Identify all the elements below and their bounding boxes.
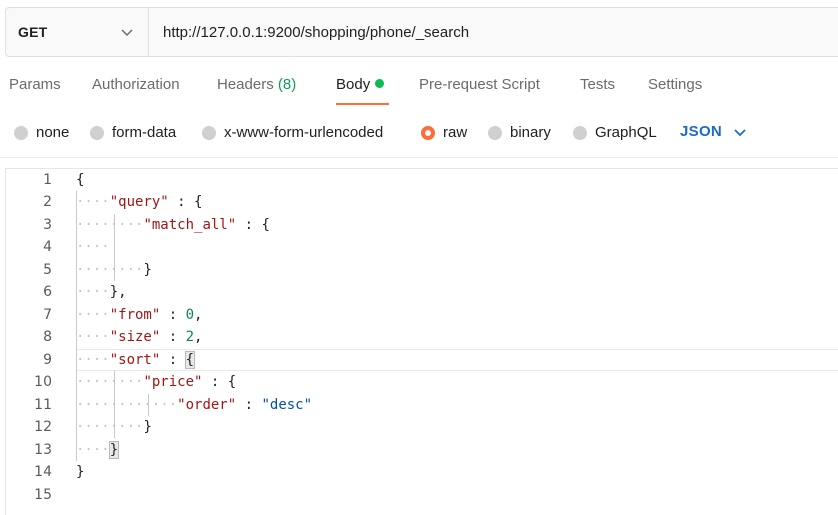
code-token: "query" [109, 194, 169, 210]
url-input[interactable]: http://127.0.0.1:9200/shopping/phone/_se… [149, 8, 838, 56]
code-token: { [261, 217, 270, 233]
code-token: { [227, 374, 237, 390]
code-line: ····} [76, 441, 120, 459]
method-label: GET [18, 24, 48, 40]
code-editor[interactable]: 1 2 3 4 5 6 7 8 9 10 11 12 13 14 15 { ··… [5, 168, 838, 515]
format-dropdown[interactable]: JSON [680, 123, 747, 140]
tab-headers[interactable]: Headers (8) [217, 76, 296, 93]
code-token: 2 [185, 329, 195, 345]
code-token: } [108, 441, 120, 459]
tab-body-label: Body [336, 76, 371, 93]
radio-form-data[interactable]: form-data [90, 124, 176, 141]
chevron-down-icon [734, 128, 746, 136]
radio-graphql[interactable]: GraphQL [573, 124, 657, 141]
tab-prerequest-label: Pre-request Script [419, 76, 540, 93]
code-line: { [6, 169, 838, 191]
code-token: : [236, 397, 262, 413]
format-label: JSON [680, 123, 723, 140]
radio-selected-icon [421, 125, 435, 140]
radio-binary[interactable]: binary [488, 124, 551, 141]
code-token: "size" [109, 329, 161, 345]
code-token: "price" [143, 374, 203, 390]
tab-settings[interactable]: Settings [648, 76, 702, 93]
request-tabs: Params Authorization Headers (8) Body Pr… [0, 72, 838, 106]
tab-tests-label: Tests [580, 76, 616, 93]
body-type-selector: none form-data x-www-form-urlencoded raw… [0, 118, 838, 146]
tab-prerequest-script[interactable]: Pre-request Script [419, 76, 540, 93]
tab-params-label: Params [9, 76, 61, 93]
code-token: { [76, 172, 85, 188]
code-token: { [194, 194, 203, 210]
radio-graphql-label: GraphQL [595, 124, 657, 141]
code-token: : [160, 329, 186, 345]
radio-none[interactable]: none [14, 124, 69, 141]
tab-body[interactable]: Body [336, 76, 385, 93]
headers-count: (8) [277, 76, 297, 93]
radio-raw-label: raw [443, 124, 468, 141]
radio-raw[interactable]: raw [421, 124, 467, 141]
code-token: , [194, 307, 203, 323]
method-dropdown[interactable]: GET [6, 8, 149, 56]
code-token: "desc" [261, 397, 313, 413]
code-token: } [76, 464, 85, 480]
code-line: ········} [76, 419, 152, 435]
code-token: : [160, 352, 186, 368]
code-token: } [143, 262, 152, 278]
tab-authorization-label: Authorization [92, 76, 180, 93]
code-line: ····}, [76, 284, 127, 300]
tab-headers-label: Headers [217, 76, 274, 93]
radio-circle-icon [573, 125, 587, 140]
code-line: ····"sort" : { [76, 351, 196, 369]
code-token: }, [109, 284, 127, 300]
radio-circle-icon [90, 125, 104, 140]
code-token: : [202, 374, 228, 390]
code-line: ····"size" : 2, [76, 329, 203, 345]
code-line: ········"price" : { [76, 374, 237, 390]
radio-binary-label: binary [510, 124, 551, 141]
code-token: } [143, 419, 152, 435]
tab-settings-label: Settings [648, 76, 703, 93]
tab-params[interactable]: Params [9, 76, 61, 93]
code-line: ········} [76, 262, 152, 278]
tab-tests[interactable]: Tests [580, 76, 615, 93]
code-token: "from" [109, 307, 161, 323]
divider [0, 157, 838, 158]
code-line: ············"order" : "desc" [76, 397, 313, 413]
active-tab-indicator [336, 103, 389, 105]
code-token: : [160, 307, 186, 323]
code-line: } [6, 461, 838, 483]
radio-circle-icon [202, 125, 216, 140]
code-line: ····"query" : { [76, 194, 203, 210]
radio-urlencoded-label: x-www-form-urlencoded [224, 124, 384, 141]
tab-authorization[interactable]: Authorization [92, 76, 180, 93]
code-token: "order" [177, 397, 237, 413]
code-token: 0 [185, 307, 195, 323]
body-status-dot-icon [375, 79, 385, 88]
radio-urlencoded[interactable]: x-www-form-urlencoded [202, 124, 383, 141]
code-token: , [194, 329, 203, 345]
radio-circle-icon [14, 125, 28, 140]
radio-none-label: none [36, 124, 70, 141]
code-line: ···· [76, 239, 110, 255]
code-token: { [184, 351, 196, 369]
code-token: "match_all" [143, 217, 237, 233]
radio-form-data-label: form-data [112, 124, 177, 141]
code-line: ········"match_all" : { [76, 217, 270, 233]
code-token: : [236, 217, 262, 233]
radio-circle-icon [488, 125, 502, 140]
code-token: : [168, 194, 195, 210]
request-bar: GET http://127.0.0.1:9200/shopping/phone… [5, 7, 838, 57]
code-token: "sort" [109, 352, 161, 368]
code-line: ····"from" : 0, [76, 307, 203, 323]
chevron-down-icon [121, 29, 133, 37]
